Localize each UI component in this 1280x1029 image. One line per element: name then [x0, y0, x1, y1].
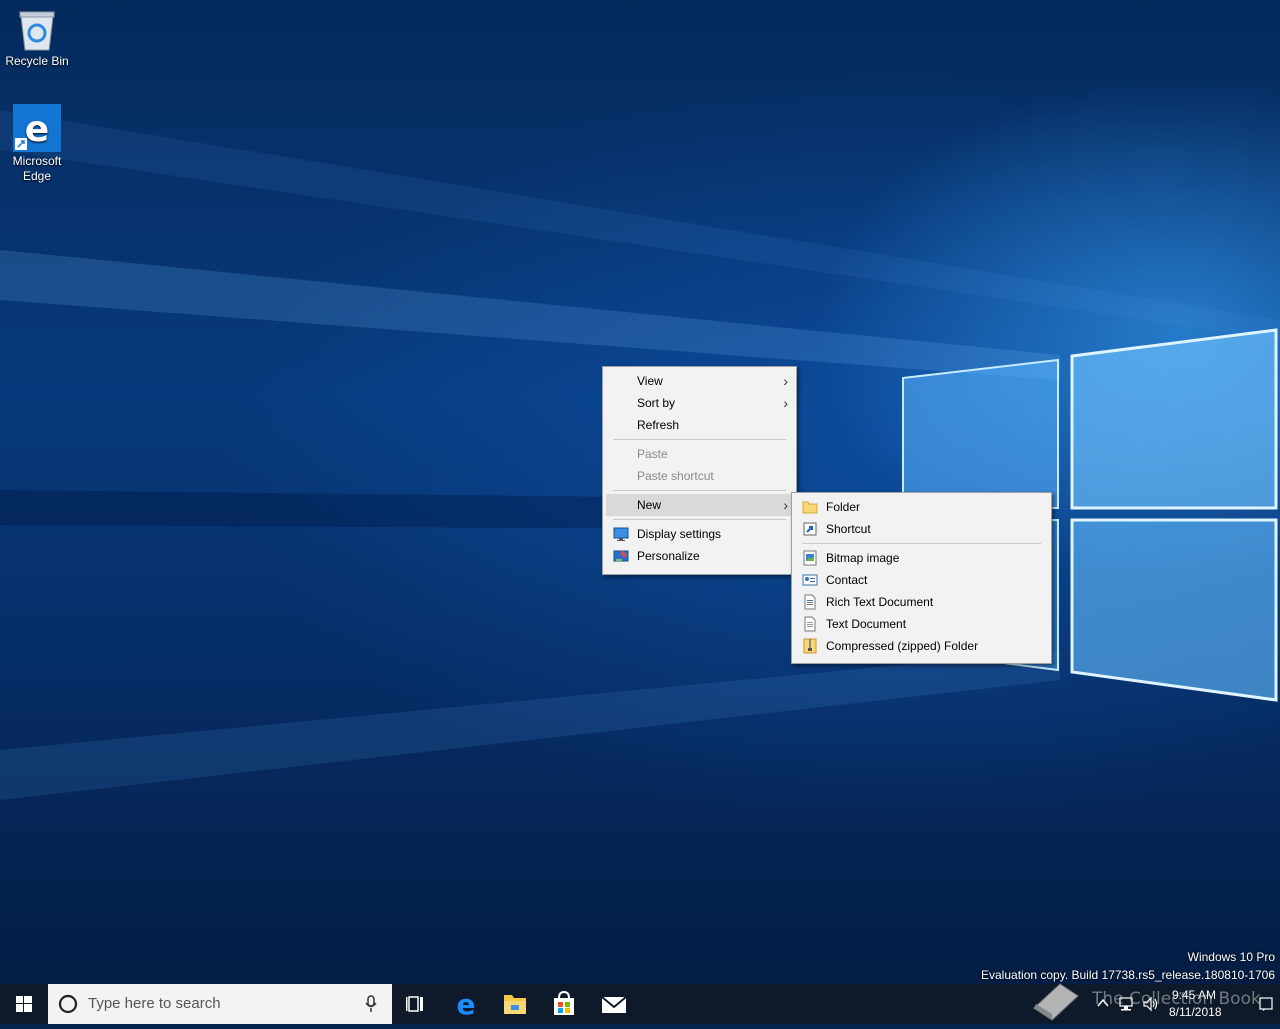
cortana-circle-icon	[58, 994, 78, 1014]
microsoft-edge-shortcut[interactable]: e Microsoft Edge	[0, 104, 74, 184]
new-folder-item[interactable]: Folder	[792, 496, 1051, 518]
text-document-icon	[802, 616, 818, 632]
search-placeholder: Type here to search	[88, 995, 221, 1012]
edge-icon: e	[13, 104, 61, 152]
refresh-label: Refresh	[637, 418, 680, 432]
menu-separator	[613, 439, 786, 440]
submenu-arrow-icon: ›	[783, 395, 788, 411]
new-text-document-item[interactable]: Text Document	[792, 613, 1051, 635]
desktop-context-menu: View › Sort by › Refresh Paste Paste sho…	[602, 366, 797, 575]
mail-icon	[601, 996, 627, 1013]
menu-item-refresh[interactable]: Refresh	[603, 414, 796, 436]
menu-separator	[802, 543, 1041, 544]
recycle-bin-label: Recycle Bin	[5, 54, 69, 68]
rich-text-label: Rich Text Document	[826, 595, 934, 609]
new-label: New	[637, 498, 662, 512]
start-button[interactable]	[0, 984, 48, 1024]
menu-item-personalize[interactable]: Personalize	[603, 545, 796, 567]
submenu-arrow-icon: ›	[783, 373, 788, 389]
recycle-bin-icon	[17, 8, 57, 52]
bitmap-icon	[802, 550, 818, 566]
edge-icon: e	[457, 988, 476, 1021]
display-settings-label: Display settings	[637, 527, 722, 541]
menu-item-view[interactable]: View ›	[603, 370, 796, 392]
menu-item-sort-by[interactable]: Sort by ›	[603, 392, 796, 414]
submenu-arrow-icon: ›	[783, 497, 788, 513]
new-zip-folder-item[interactable]: Compressed (zipped) Folder	[792, 635, 1051, 657]
taskbar-search-box[interactable]: Type here to search	[48, 984, 392, 1024]
new-contact-item[interactable]: Contact	[792, 569, 1051, 591]
new-bitmap-item[interactable]: Bitmap image	[792, 547, 1051, 569]
sort-by-label: Sort by	[637, 396, 676, 410]
menu-separator	[613, 490, 786, 491]
contact-label: Contact	[826, 573, 868, 587]
edge-label-line1: Microsoft	[12, 154, 62, 168]
mail-button[interactable]	[590, 984, 638, 1024]
paste-label: Paste	[637, 447, 668, 461]
taskbar: Type here to search e 9:45 AM 8/11/2018 …	[0, 983, 1280, 1024]
store-icon	[554, 990, 574, 1015]
folder-icon	[802, 499, 818, 515]
contact-icon	[802, 572, 818, 588]
bitmap-label: Bitmap image	[826, 551, 900, 565]
new-rich-text-item[interactable]: Rich Text Document	[792, 591, 1051, 613]
store-button[interactable]	[540, 984, 588, 1024]
rich-text-document-icon	[802, 594, 818, 610]
zip-folder-label: Compressed (zipped) Folder	[826, 639, 979, 653]
new-shortcut-item[interactable]: Shortcut	[792, 518, 1051, 540]
task-view-icon	[406, 996, 423, 1012]
menu-item-paste-shortcut: Paste shortcut	[603, 465, 796, 487]
microphone-icon[interactable]	[364, 995, 378, 1013]
task-view-button[interactable]	[392, 984, 440, 1024]
shortcut-label: Shortcut	[826, 522, 871, 536]
paste-shortcut-label: Paste shortcut	[637, 469, 714, 483]
edge-label-line2: Edge	[22, 169, 52, 183]
menu-item-paste: Paste	[603, 443, 796, 465]
menu-item-display-settings[interactable]: Display settings	[603, 523, 796, 545]
menu-item-new[interactable]: New ›	[606, 494, 792, 516]
svg-text:e: e	[25, 109, 49, 150]
collection-book-overlay-text: The Collection Book	[1092, 989, 1261, 1009]
book-logo-icon	[1033, 983, 1079, 1021]
shortcut-icon	[802, 521, 818, 537]
file-explorer-button[interactable]	[491, 984, 539, 1024]
personalize-label: Personalize	[637, 549, 700, 563]
build-watermark: Evaluation copy. Build 17738.rs5_release…	[981, 968, 1275, 982]
svg-text:e: e	[457, 988, 476, 1021]
personalize-icon	[613, 548, 629, 564]
text-document-label: Text Document	[826, 617, 907, 631]
zip-folder-icon	[802, 638, 818, 654]
desktop[interactable]: Recycle Bin e Microsoft Edge View › Sort…	[0, 0, 1280, 984]
folder-label: Folder	[826, 500, 861, 514]
new-submenu: Folder Shortcut Bitmap image Contact Ric…	[791, 492, 1052, 664]
view-label: View	[637, 374, 663, 388]
edge-taskbar-button[interactable]: e	[442, 984, 490, 1024]
windows-logo-icon	[16, 996, 32, 1012]
windows-edition-watermark: Windows 10 Pro	[1187, 950, 1275, 964]
menu-separator	[613, 519, 786, 520]
recycle-bin-shortcut[interactable]: Recycle Bin	[0, 8, 74, 69]
file-explorer-icon	[504, 995, 526, 1014]
display-settings-icon	[613, 526, 629, 542]
